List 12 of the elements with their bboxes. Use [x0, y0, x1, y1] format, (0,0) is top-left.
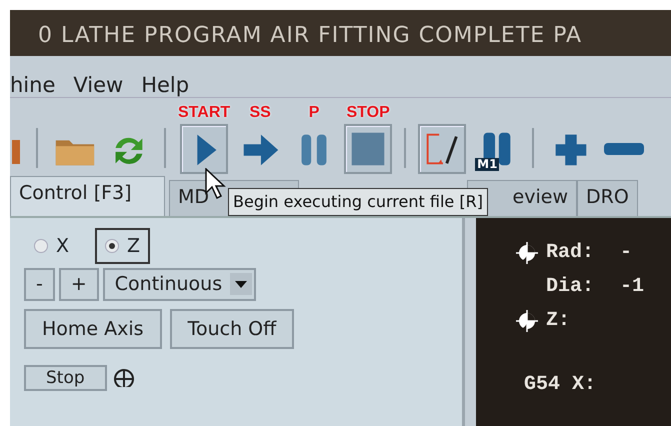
- dro-value: -: [620, 240, 632, 266]
- dro-label: Rad:: [546, 240, 594, 266]
- annotation-label: SS: [249, 104, 271, 121]
- window-title: 0 LATHE PROGRAM AIR FITTING COMPLETE PA: [10, 10, 671, 56]
- tooltip: Begin executing current file [R]: [228, 188, 488, 216]
- dro-value: -1: [620, 274, 644, 300]
- annotation-label: P: [308, 104, 320, 121]
- dro-label: Z:: [546, 308, 570, 334]
- annotation-label: START: [178, 104, 230, 121]
- dro-label: Dia:: [546, 274, 594, 300]
- annotation-label: STOP: [346, 104, 390, 121]
- dro-label: G54 X:: [524, 372, 596, 398]
